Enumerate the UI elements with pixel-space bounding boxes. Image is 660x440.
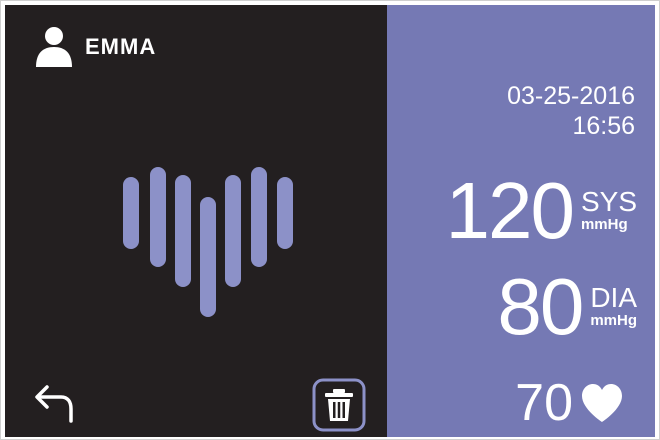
heart-bar (200, 197, 216, 317)
delete-button[interactable] (311, 377, 367, 433)
systolic-unit: mmHg (580, 216, 628, 233)
diastolic-label: DIA (590, 282, 637, 313)
systolic-units: SYS mmHg (580, 186, 637, 233)
left-panel: EMMA (5, 5, 387, 437)
diastolic-reading: 80 DIA mmHg (497, 267, 637, 347)
reading-panel: 03-25-2016 16:56 120 SYS mmHg 80 DIA mmH… (387, 5, 655, 437)
back-arrow-icon[interactable] (31, 381, 79, 429)
systolic-value: 120 (445, 166, 574, 255)
device-screen: EMMA 03-25-2016 16:56 120 SYS mmHg 80 DI… (0, 0, 660, 440)
heart-bar (150, 167, 166, 267)
pulse-value: 70 (515, 374, 573, 432)
heart-bar (175, 175, 191, 287)
heart-bar (123, 177, 139, 249)
systolic-label: SYS (580, 186, 637, 217)
diastolic-unit: mmHg (590, 312, 637, 329)
heart-bar (251, 167, 267, 267)
measurement-date: 03-25-2016 (507, 82, 635, 110)
systolic-reading: 120 SYS mmHg (445, 171, 637, 251)
heart-bar (277, 177, 293, 249)
heart-bar (225, 175, 241, 287)
heart-graphic (123, 167, 293, 317)
diastolic-value: 80 (497, 262, 584, 351)
measurement-datetime: 03-25-2016 16:56 (507, 81, 635, 141)
trash-icon (333, 389, 345, 393)
diastolic-units: DIA mmHg (590, 282, 637, 329)
measurement-time: 16:56 (572, 112, 635, 140)
pulse-reading: 70 (515, 375, 625, 431)
heart-icon (582, 384, 622, 422)
